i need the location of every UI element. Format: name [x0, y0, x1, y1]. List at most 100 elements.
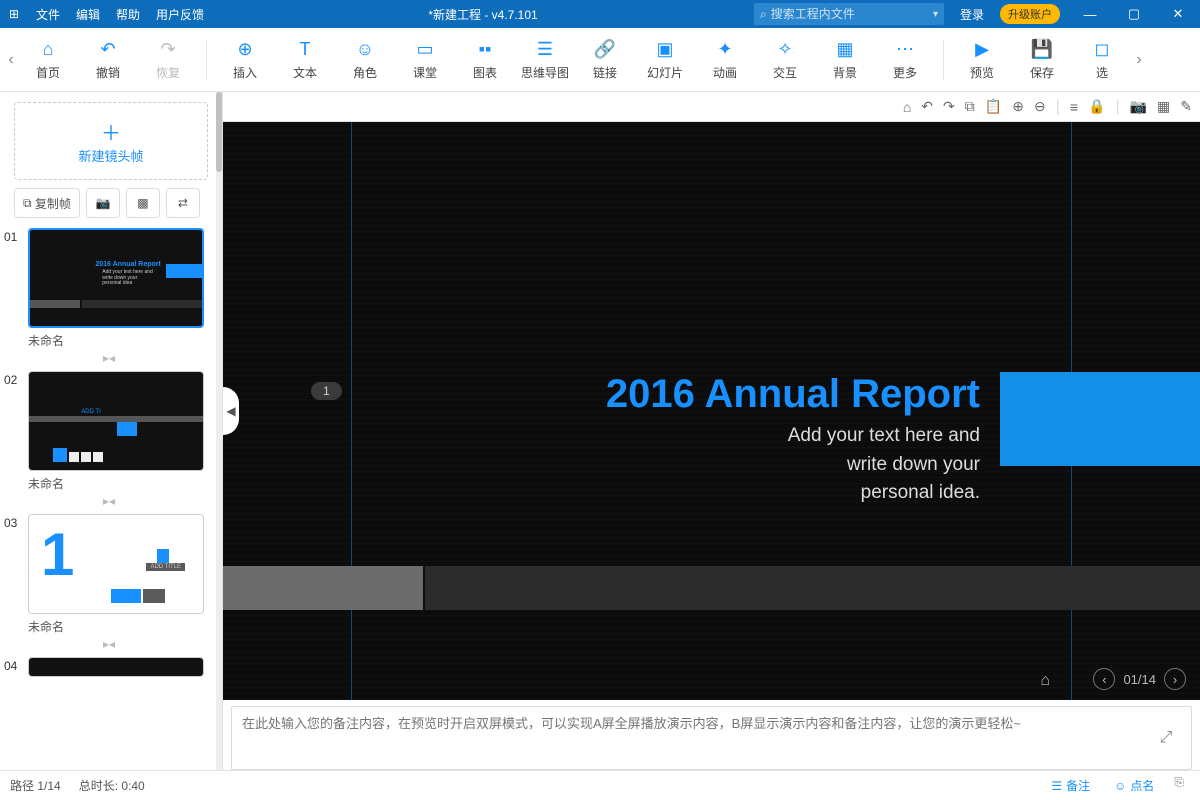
copy-frame-button[interactable]: ⧉ 复制帧	[14, 188, 80, 218]
align-icon[interactable]: ≡	[1070, 99, 1078, 115]
chevron-down-icon[interactable]: ▾	[933, 9, 938, 20]
select-icon: ◻	[1095, 39, 1110, 60]
undo-button[interactable]: ↶撤销	[78, 32, 138, 88]
canvas-copy-icon[interactable]: ⧉	[965, 98, 975, 115]
canvas-toolbar: ⌂ ↶ ↷ ⧉ 📋 ⊕ ⊖ | ≡ 🔒 | 📷 ▦ ✎	[223, 92, 1200, 122]
minimize-button[interactable]: —	[1068, 7, 1112, 22]
chart-icon: ▪▪	[479, 39, 492, 60]
search-input[interactable]	[771, 7, 933, 21]
frame-actions: ⧉ 复制帧 📷 ▩ ⇄	[14, 188, 208, 218]
sidebar-collapse-handle[interactable]: ◀	[223, 387, 239, 435]
thumb-label: 未命名	[4, 614, 214, 637]
redo-button[interactable]: ↷恢复	[138, 32, 198, 88]
close-button[interactable]: ✕	[1156, 6, 1200, 22]
slide-counter: 01/14	[1123, 672, 1156, 687]
camera-icon: 📷	[95, 196, 110, 210]
grid-icon[interactable]: ▦	[1157, 98, 1170, 115]
swap-button[interactable]: ⇄	[166, 188, 200, 218]
new-frame-button[interactable]: ＋ 新建镜头帧	[14, 102, 208, 180]
thumb-number: 04	[4, 657, 28, 677]
thumb-preview[interactable]	[28, 657, 204, 677]
notes-panel: ⤢	[231, 706, 1192, 770]
mindmap-button[interactable]: ☰思维导图	[515, 32, 575, 88]
link-button[interactable]: 🔗链接	[575, 32, 635, 88]
transition-marker-icon[interactable]: ▸◂	[4, 637, 214, 651]
menu-feedback[interactable]: 用户反馈	[148, 6, 212, 23]
chart-button[interactable]: ▪▪图表	[455, 32, 515, 88]
title-bar: ⊞ 文件 编辑 帮助 用户反馈 *新建工程 - v4.7.101 ⌕ ▾ 登录 …	[0, 0, 1200, 28]
thumb-item-4[interactable]: 04	[4, 657, 214, 677]
select-button[interactable]: ◻选	[1072, 32, 1132, 88]
notes-icon: ☰	[1051, 779, 1062, 793]
maximize-button[interactable]: ▢	[1112, 6, 1156, 22]
slide-title[interactable]: 2016 Annual Report	[606, 372, 980, 417]
insert-icon: ⊕	[237, 39, 252, 60]
toolbar-collapse-left[interactable]: ‹	[4, 32, 18, 88]
slide-button[interactable]: ▣幻灯片	[635, 32, 695, 88]
thumb-label: 未命名	[4, 471, 214, 494]
text-icon: T	[300, 39, 311, 60]
transition-marker-icon[interactable]: ▸◂	[4, 351, 214, 365]
class-button[interactable]: ▭课堂	[395, 32, 455, 88]
canvas-redo-icon[interactable]: ↷	[943, 98, 955, 115]
redo-icon: ↷	[160, 39, 175, 60]
toolbar-collapse-right[interactable]: ›	[1132, 32, 1146, 88]
gray-bar[interactable]	[223, 566, 423, 610]
canvas-home-button[interactable]: ⌂	[1040, 672, 1050, 690]
thumb-item-1[interactable]: 01 2016 Annual Report Add your text here…	[4, 228, 214, 365]
dark-bar[interactable]	[425, 566, 1200, 610]
notes-toggle-button[interactable]: ☰备注	[1041, 775, 1100, 796]
notes-input[interactable]	[242, 713, 1151, 763]
sidebar-scrollbar[interactable]	[216, 92, 222, 770]
upgrade-button[interactable]: 升级账户	[1000, 4, 1060, 24]
login-button[interactable]: 登录	[952, 6, 992, 23]
roll-call-button[interactable]: ☺点名	[1104, 775, 1164, 796]
lock-icon[interactable]: 🔒	[1088, 98, 1105, 115]
thumb-preview[interactable]: 2016 Annual Report Add your text here an…	[28, 228, 204, 328]
text-button[interactable]: T文本	[275, 32, 335, 88]
preview-button[interactable]: ▶预览	[952, 32, 1012, 88]
search-box[interactable]: ⌕ ▾	[754, 3, 944, 25]
slide-subtitle[interactable]: Add your text here andwrite down yourper…	[788, 422, 980, 508]
blue-block[interactable]	[1000, 372, 1200, 466]
thumb-item-3[interactable]: 03 1 ADD TITLE 未命名 ▸◂	[4, 514, 214, 651]
insert-button[interactable]: ⊕插入	[215, 32, 275, 88]
menu-help[interactable]: 帮助	[108, 6, 148, 23]
canvas[interactable]: 1 2016 Annual Report Add your text here …	[223, 122, 1200, 700]
qr-button[interactable]: ▩	[126, 188, 160, 218]
separator	[206, 40, 207, 80]
canvas-undo-icon[interactable]: ↶	[921, 98, 933, 115]
canvas-home-icon[interactable]: ⌂	[903, 99, 911, 115]
zoom-in-icon[interactable]: ⊕	[1012, 98, 1024, 115]
anim-button[interactable]: ✦动画	[695, 32, 755, 88]
camera-button[interactable]: 📷	[86, 188, 120, 218]
role-button[interactable]: ☺角色	[335, 32, 395, 88]
snapshot-icon[interactable]: 📷	[1130, 98, 1147, 115]
thumb-preview[interactable]: 1 ADD TITLE	[28, 514, 204, 614]
more-button[interactable]: ⋯更多	[875, 32, 935, 88]
separator	[943, 40, 944, 80]
step-badge: 1	[311, 382, 342, 400]
save-button[interactable]: 💾保存	[1012, 32, 1072, 88]
canvas-paste-icon[interactable]: 📋	[985, 98, 1002, 115]
transition-marker-icon[interactable]: ▸◂	[4, 494, 214, 508]
more-icon: ⋯	[896, 39, 914, 60]
thumb-item-2[interactable]: 02 ADD TI 未命名 ▸◂	[4, 371, 214, 508]
menu-file[interactable]: 文件	[28, 6, 68, 23]
bg-button[interactable]: ▦背景	[815, 32, 875, 88]
next-slide-button[interactable]: ›	[1164, 668, 1186, 690]
main-area: ＋ 新建镜头帧 ⧉ 复制帧 📷 ▩ ⇄ 01 2016 Annual Repor…	[0, 92, 1200, 770]
status-path: 路径 1/14	[10, 777, 61, 794]
menu-edit[interactable]: 编辑	[68, 6, 108, 23]
thumb-preview[interactable]: ADD TI	[28, 371, 204, 471]
notes-expand-button[interactable]: ⤢	[1151, 713, 1181, 763]
zoom-out-icon[interactable]: ⊖	[1034, 98, 1046, 115]
status-extra-icon[interactable]: ⎘	[1168, 775, 1190, 796]
undo-icon: ↶	[100, 39, 115, 60]
interact-icon: ✧	[777, 39, 792, 60]
bg-icon: ▦	[836, 39, 853, 60]
edit-icon[interactable]: ✎	[1180, 98, 1192, 115]
interact-button[interactable]: ✧交互	[755, 32, 815, 88]
home-button[interactable]: ⌂首页	[18, 32, 78, 88]
prev-slide-button[interactable]: ‹	[1093, 668, 1115, 690]
